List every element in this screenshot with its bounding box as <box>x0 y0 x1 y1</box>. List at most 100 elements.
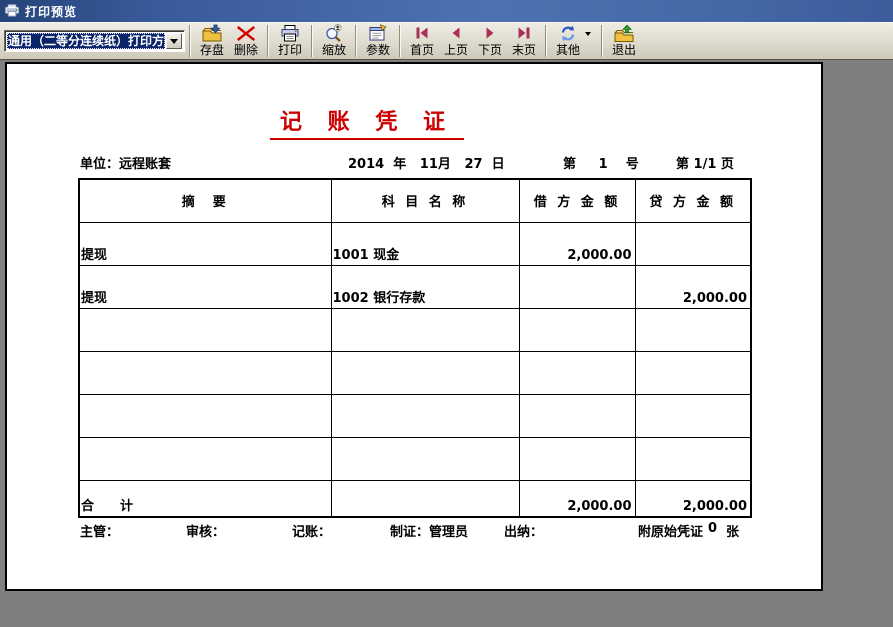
voucher-title-wrap: 记 账 凭 证 <box>7 104 727 140</box>
toolbar-separator <box>601 25 603 57</box>
total-credit: 2,000.00 <box>634 479 752 518</box>
cashier-label: 出纳： <box>504 525 544 540</box>
next-page-button[interactable]: 下页 <box>473 23 507 59</box>
zoom-icon <box>326 24 342 42</box>
table-total-row: 合 计 2,000.00 2,000.00 <box>78 479 752 518</box>
last-page-button[interactable]: 末页 <box>507 23 541 59</box>
voucher-pagenum: 第 1/1 页 <box>676 157 734 172</box>
first-page-button[interactable]: 首页 <box>405 23 439 59</box>
last-page-button-label: 末页 <box>511 43 536 57</box>
toolbar-separator <box>189 25 191 57</box>
print-preview-window: 打印预览 通用（二等分连续纸）打印方式 存盘 删除 打印 缩放 参数 首页 上页… <box>0 0 893 627</box>
toolbar: 通用（二等分连续纸）打印方式 存盘 删除 打印 缩放 参数 首页 上页 下页 末… <box>0 22 893 60</box>
printer-icon <box>5 4 19 17</box>
col-header-debit: 借 方 金 额 <box>518 178 636 223</box>
save-icon <box>202 24 222 42</box>
exit-icon <box>614 24 634 42</box>
table-row: 提现 1002 银行存款 2,000.00 <box>78 264 752 309</box>
printer-format-dropdown-button[interactable] <box>166 33 182 49</box>
cell-account <box>330 436 520 481</box>
zoom-button-label: 缩放 <box>321 43 346 57</box>
toolbar-separator <box>311 25 313 57</box>
cell-summary <box>78 350 332 395</box>
attachment-count: 0 <box>708 521 718 536</box>
bookkeeper-label: 记账： <box>292 525 332 540</box>
cell-credit: 2,000.00 <box>634 264 752 309</box>
other-dropdown-button[interactable] <box>585 24 595 44</box>
cell-credit <box>634 350 752 395</box>
cell-debit <box>518 393 636 438</box>
exit-button[interactable]: 退出 <box>607 23 641 59</box>
preview-area: 记 账 凭 证 单位：远程账套 2014 年 11月 27 日 第 1 号 第 … <box>0 61 893 627</box>
cell-account: 1001 现金 <box>330 221 520 266</box>
chevron-down-icon <box>170 38 178 44</box>
cell-debit <box>518 307 636 352</box>
last-page-icon <box>518 27 530 39</box>
chevron-down-icon <box>585 32 591 36</box>
cell-summary: 提现 <box>78 221 332 266</box>
cell-summary <box>78 307 332 352</box>
unit-label: 单位：远程账套 <box>80 157 172 172</box>
reviewer-label: 审核： <box>186 525 226 540</box>
delete-icon <box>237 26 255 41</box>
total-debit: 2,000.00 <box>518 479 636 518</box>
save-button[interactable]: 存盘 <box>195 23 229 59</box>
col-header-account: 科 目 名 称 <box>330 178 520 223</box>
toolbar-separator <box>355 25 357 57</box>
printer-format-select[interactable]: 通用（二等分连续纸）打印方式 <box>4 30 185 52</box>
cell-summary <box>78 393 332 438</box>
preparer-label: 制证：管理员 <box>390 525 469 540</box>
toolbar-separator <box>267 25 269 57</box>
toolbar-separator <box>399 25 401 57</box>
voucher-title: 记 账 凭 证 <box>270 104 464 140</box>
delete-button[interactable]: 删除 <box>229 23 263 59</box>
printer-format-value: 通用（二等分连续纸）打印方式 <box>7 33 165 49</box>
next-page-button-label: 下页 <box>477 43 502 57</box>
cell-account: 1002 银行存款 <box>330 264 520 309</box>
cell-account <box>330 307 520 352</box>
params-icon <box>369 24 387 41</box>
table-row: 提现 1001 现金 2,000.00 <box>78 221 752 266</box>
refresh-icon <box>561 25 575 42</box>
cell-credit <box>634 393 752 438</box>
table-row <box>78 307 752 352</box>
cell-credit <box>634 221 752 266</box>
exit-button-label: 退出 <box>611 43 636 57</box>
col-header-summary: 摘 要 <box>78 178 332 223</box>
voucher-number: 第 1 号 <box>563 157 639 172</box>
other-button[interactable]: 其他 <box>551 23 585 59</box>
window-title: 打印预览 <box>25 4 78 19</box>
voucher-date: 2014 年 11月 27 日 <box>348 157 505 172</box>
cell-summary: 提现 <box>78 264 332 309</box>
cell-credit <box>634 436 752 481</box>
table-header-row: 摘 要 科 目 名 称 借 方 金 额 贷 方 金 额 <box>78 178 752 223</box>
attachment-label: 附原始凭证 <box>638 525 704 540</box>
params-button[interactable]: 参数 <box>361 23 395 59</box>
print-button[interactable]: 打印 <box>273 23 307 59</box>
cell-debit <box>518 350 636 395</box>
voucher-page: 记 账 凭 证 单位：远程账套 2014 年 11月 27 日 第 1 号 第 … <box>5 62 823 591</box>
table-row <box>78 393 752 438</box>
save-button-label: 存盘 <box>199 43 224 57</box>
cell-account <box>330 393 520 438</box>
cell-debit: 2,000.00 <box>518 221 636 266</box>
prev-page-icon <box>452 27 460 39</box>
total-account-blank <box>330 479 520 518</box>
other-button-label: 其他 <box>555 43 580 57</box>
table-row <box>78 436 752 481</box>
titlebar[interactable]: 打印预览 <box>0 0 893 22</box>
voucher-table: 摘 要 科 目 名 称 借 方 金 额 贷 方 金 额 提现 1001 现金 2… <box>78 178 752 518</box>
col-header-credit: 贷 方 金 额 <box>634 178 752 223</box>
total-label: 合 计 <box>78 479 332 518</box>
first-page-button-label: 首页 <box>409 43 434 57</box>
prev-page-button-label: 上页 <box>443 43 468 57</box>
cell-summary <box>78 436 332 481</box>
prev-page-button[interactable]: 上页 <box>439 23 473 59</box>
zoom-button[interactable]: 缩放 <box>317 23 351 59</box>
table-row <box>78 350 752 395</box>
cell-debit <box>518 264 636 309</box>
print-icon <box>281 25 299 42</box>
cell-credit <box>634 307 752 352</box>
cell-debit <box>518 436 636 481</box>
attachment-unit: 张 <box>726 525 740 540</box>
